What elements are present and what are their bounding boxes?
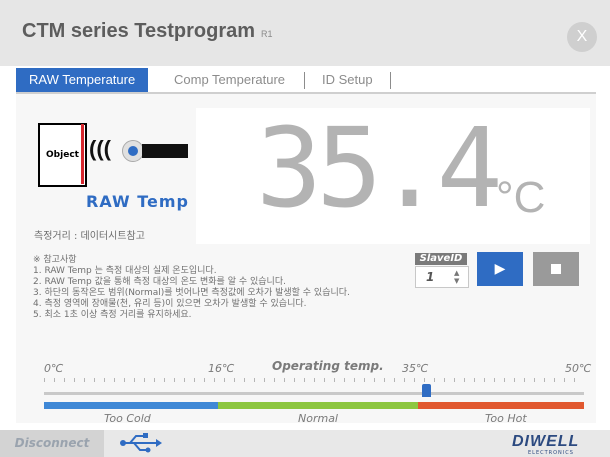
stop-button[interactable] — [533, 252, 579, 286]
object-surface-line — [81, 124, 84, 184]
note-line: 3. 하단의 동작온도 범위(Normal)를 벗어나면 측정값에 오차가 발생… — [33, 288, 350, 298]
tab-id-setup[interactable]: ID Setup — [322, 68, 373, 92]
scale-track — [44, 392, 584, 395]
slave-id-value: 1 — [426, 270, 435, 284]
object-box: Object — [38, 123, 87, 187]
scale-35-label: 35℃ — [402, 362, 429, 375]
normal-label: Normal — [298, 412, 338, 425]
version-label: R1 — [261, 29, 273, 39]
note-line: 1. RAW Temp 는 측정 대상의 실제 온도입니다. — [33, 266, 217, 276]
too-cold-bar — [44, 402, 218, 409]
operating-temp-label: Operating temp. — [272, 359, 384, 373]
window-title: CTM series Testprogram R1 — [22, 20, 273, 43]
scale-ticks — [44, 378, 584, 382]
tab-divider — [390, 72, 391, 89]
temperature-unit: °C — [496, 173, 546, 222]
tab-bar: RAW Temperature Comp Temperature ID Setu… — [16, 68, 596, 94]
scale-min-label: 0℃ — [44, 362, 64, 375]
tab-divider — [304, 72, 305, 89]
slave-id-label: SlaveID — [415, 253, 467, 265]
scale-16-label: 16℃ — [208, 362, 235, 375]
signal-waves-icon: ((( — [89, 136, 111, 161]
notes-heading: ※ 참고사항 — [33, 255, 77, 265]
note-line: 2. RAW Temp 값을 통해 측정 대상의 온도 변화를 알 수 있습니다… — [33, 277, 286, 287]
brand-logo: DIWELL — [512, 433, 580, 450]
usb-icon — [120, 433, 162, 453]
start-button[interactable]: ▶ — [477, 252, 523, 286]
too-cold-label: Too Cold — [104, 412, 151, 425]
disconnect-button[interactable]: Disconnect — [0, 430, 104, 457]
normal-bar — [218, 402, 418, 409]
play-icon: ▶ — [494, 261, 506, 277]
slave-id-stepper[interactable]: 1 ▲ ▼ — [415, 266, 469, 288]
mode-label: RAW Temp — [86, 192, 189, 211]
sensor-probe-icon — [142, 144, 188, 158]
distance-text: 측정거리 : 데이터시트참고 — [34, 231, 145, 242]
tab-comp-temperature[interactable]: Comp Temperature — [174, 68, 285, 92]
note-line: 4. 측정 영역에 장애물(천, 유리 등)이 있으면 오차가 발생할 수 있습… — [33, 299, 307, 309]
window-title-text: CTM series Testprogram — [22, 20, 256, 42]
sensor-lens-icon — [122, 140, 144, 162]
scale-max-label: 50℃ — [565, 362, 592, 375]
too-hot-bar — [418, 402, 584, 409]
stop-icon — [551, 264, 561, 274]
temperature-display: 35.4 °C — [196, 108, 590, 244]
tab-raw-temperature[interactable]: RAW Temperature — [16, 68, 149, 92]
note-line: 5. 최소 1초 이상 측정 거리를 유지하세요. — [33, 310, 192, 320]
stepper-arrows-icon[interactable]: ▲ ▼ — [454, 269, 459, 285]
temperature-value: 35.4 — [256, 104, 503, 232]
too-hot-label: Too Hot — [485, 412, 527, 425]
close-button[interactable]: X — [567, 22, 597, 52]
temperature-marker — [422, 384, 432, 397]
brand-subtitle: ELECTRONICS — [528, 450, 574, 456]
notes-section: ※ 참고사항 1. RAW Temp 는 측정 대상의 실제 온도입니다. 2.… — [33, 255, 413, 321]
